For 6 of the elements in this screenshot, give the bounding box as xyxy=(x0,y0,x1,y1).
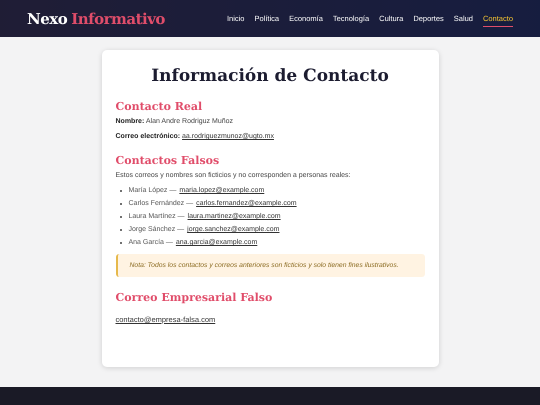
site-logo-text[interactable]: Nexo xyxy=(27,10,68,28)
section-heading: Contacto Real xyxy=(116,100,204,113)
site-logo-text[interactable]: Informativo xyxy=(71,10,165,28)
section-heading: Correo Empresarial Falso xyxy=(116,291,274,304)
section-heading: Contactos Falsos xyxy=(116,154,220,167)
page-title: Información de Contacto xyxy=(150,66,390,86)
